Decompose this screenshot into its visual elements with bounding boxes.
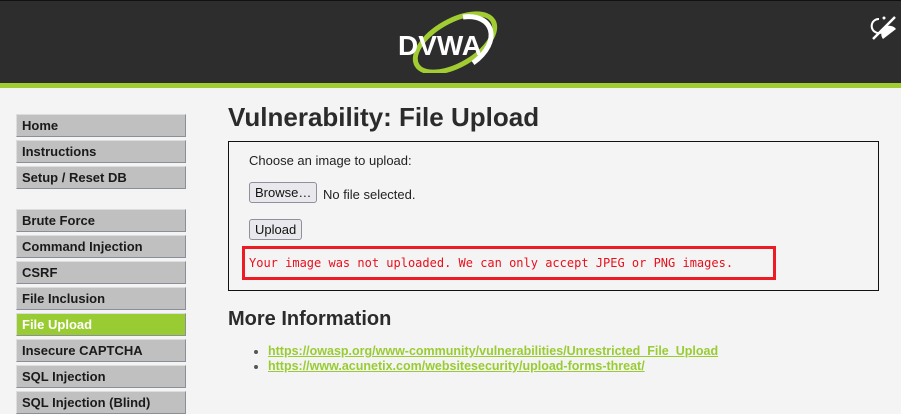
nav-command-injection[interactable]: Command Injection bbox=[16, 235, 186, 258]
header-accent-bar bbox=[0, 83, 901, 88]
svg-text:DVWA: DVWA bbox=[398, 30, 482, 61]
nav-sql-injection-blind[interactable]: SQL Injection (Blind) bbox=[16, 391, 186, 414]
page-title: Vulnerability: File Upload bbox=[228, 102, 540, 132]
theme-toggle-icon[interactable] bbox=[869, 13, 899, 43]
error-message: Your image was not uploaded. We can only… bbox=[242, 246, 776, 280]
link-item: https://owasp.org/www-community/vulnerab… bbox=[268, 344, 718, 359]
upload-form: Choose an image to upload: Browse… No fi… bbox=[228, 141, 879, 291]
upload-button[interactable]: Upload bbox=[249, 219, 303, 240]
nav-home[interactable]: Home bbox=[16, 114, 186, 137]
nav-instructions[interactable]: Instructions bbox=[16, 140, 186, 163]
nav-sql-injection[interactable]: SQL Injection bbox=[16, 365, 186, 388]
more-info-heading: More Information bbox=[228, 308, 392, 330]
nav-insecure-captcha[interactable]: Insecure CAPTCHA bbox=[16, 339, 186, 362]
more-info-links: https://owasp.org/www-community/vulnerab… bbox=[250, 344, 718, 374]
owasp-link[interactable]: https://owasp.org/www-community/vulnerab… bbox=[268, 344, 718, 358]
acunetix-link[interactable]: https://www.acunetix.com/websitesecurity… bbox=[268, 359, 645, 373]
nav-file-upload[interactable]: File Upload bbox=[16, 313, 186, 336]
nav-csrf[interactable]: CSRF bbox=[16, 261, 186, 284]
link-item: https://www.acunetix.com/websitesecurity… bbox=[268, 359, 718, 374]
nav-setup-reset-db[interactable]: Setup / Reset DB bbox=[16, 166, 186, 189]
file-status: No file selected. bbox=[323, 187, 416, 202]
nav-file-inclusion[interactable]: File Inclusion bbox=[16, 287, 186, 310]
header: DVWA bbox=[0, 0, 901, 83]
browse-button[interactable]: Browse… bbox=[249, 182, 318, 203]
nav-brute-force[interactable]: Brute Force bbox=[16, 209, 186, 232]
dvwa-logo: DVWA bbox=[398, 11, 498, 73]
upload-label: Choose an image to upload: bbox=[249, 153, 412, 168]
